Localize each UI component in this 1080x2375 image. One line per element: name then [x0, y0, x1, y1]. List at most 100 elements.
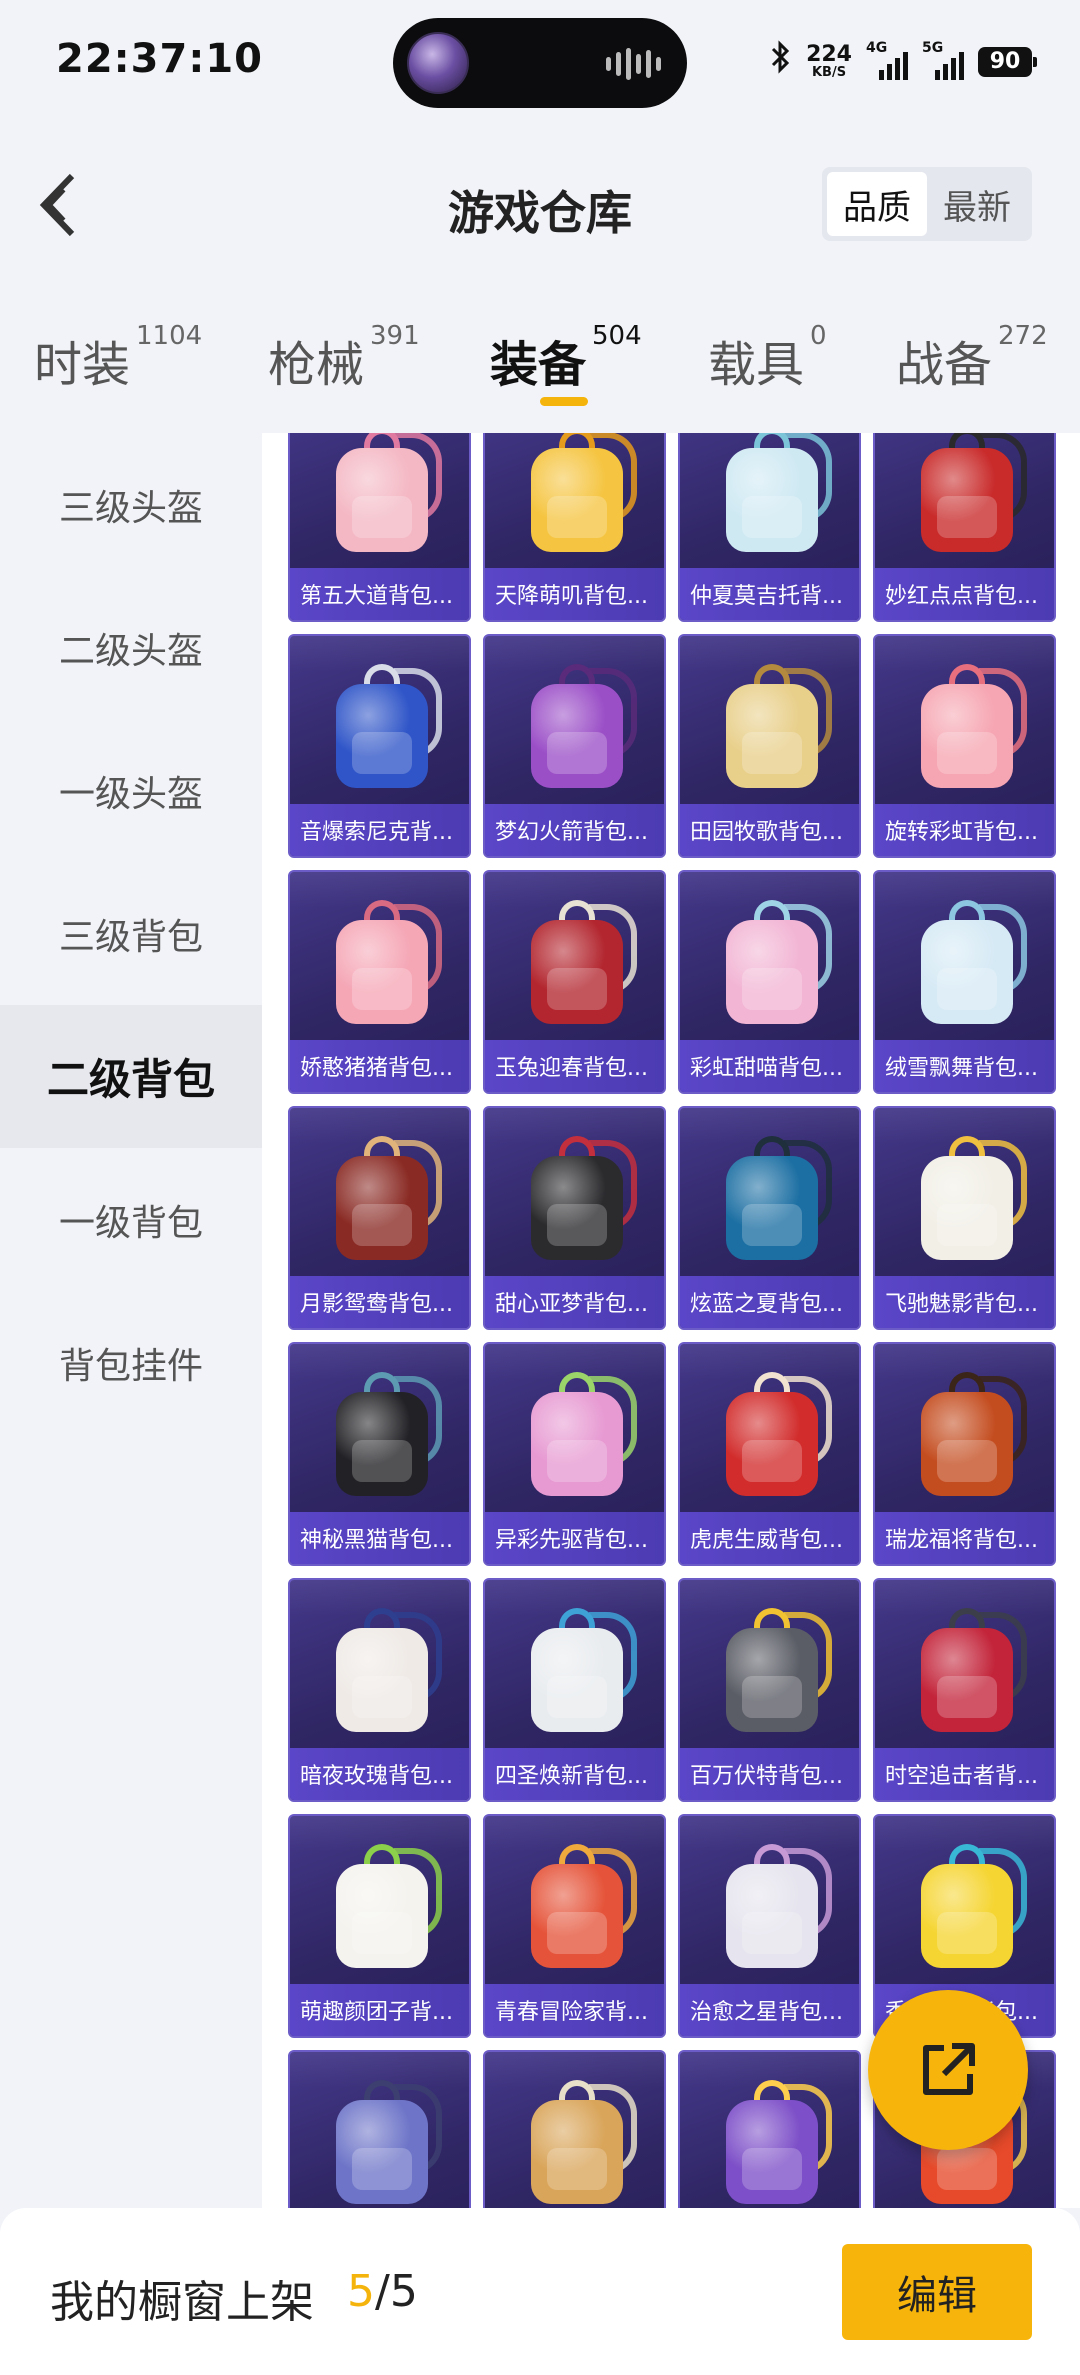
item-name: 飞驰魅影背包... [875, 1276, 1054, 1328]
sort-quality-button[interactable]: 品质 [827, 172, 927, 236]
sidebar-item-backpack-lv2[interactable]: 二级背包 [0, 1005, 262, 1148]
item-name: 彩虹甜喵背包... [680, 1040, 859, 1092]
item-card[interactable]: 梦幻火箭背包... [483, 634, 666, 858]
avatar [407, 32, 469, 94]
item-card[interactable]: 音爆索尼克背... [288, 634, 471, 858]
sidebar-item-helmet-lv3[interactable]: 三级头盔 [0, 433, 262, 576]
bottom-bar: 我的橱窗上架 5/5 编辑 [0, 2208, 1080, 2375]
sidebar: 三级头盔 二级头盔 一级头盔 三级背包 二级背包 一级背包 背包挂件 [0, 433, 262, 2208]
showcase-total: 5 [389, 2266, 418, 2317]
item-card[interactable]: 仲夏莫吉托背... [678, 433, 861, 622]
backpack-image [720, 662, 832, 790]
tab-supplies[interactable]: 战备 272 [896, 321, 1048, 395]
sort-newest-button[interactable]: 最新 [927, 172, 1027, 236]
header: 游戏仓库 品质 最新 [0, 125, 1080, 285]
item-name: 时空追击者背... [875, 1748, 1054, 1800]
item-grid: 第五大道背包... 天降萌叽背包... 仲夏莫吉托背... 妙红点点背包... 音爆索尼… [288, 433, 1056, 2208]
item-card[interactable]: 百万伏特背包... [678, 1578, 861, 1802]
tab-count: 272 [998, 321, 1048, 351]
item-card[interactable]: 天降萌叽背包... [483, 433, 666, 622]
item-name: 月影鸳鸯背包... [290, 1276, 469, 1328]
backpack-image [720, 2078, 832, 2206]
edit-button[interactable]: 编辑 [842, 2244, 1032, 2340]
item-card[interactable]: 炫蓝之夏背包... [678, 1106, 861, 1330]
item-card[interactable]: 萌趣颜团子背... [288, 1814, 471, 2038]
tab-label: 枪械 [268, 337, 365, 393]
item-card[interactable]: 月影鸳鸯背包... [288, 1106, 471, 1330]
backpack-image [915, 1606, 1027, 1734]
item-card[interactable]: 瑞龙福将背包... [873, 1342, 1056, 1566]
speed-unit: KB/S [811, 65, 847, 80]
item-name: 四圣焕新背包... [485, 1748, 664, 1800]
signal-5g-icon: 5G [922, 40, 964, 80]
tab-weapons[interactable]: 枪械 391 [268, 321, 420, 395]
backpack-image [330, 2078, 442, 2206]
item-card[interactable]: 青春冒险家背... [483, 1814, 666, 2038]
tab-count: 0 [810, 321, 827, 351]
backpack-image [720, 433, 832, 554]
item-name: 百万伏特背包... [680, 1748, 859, 1800]
sidebar-item-helmet-lv1[interactable]: 一级头盔 [0, 719, 262, 862]
item-card[interactable]: 异彩先驱背包... [483, 1342, 666, 1566]
item-card[interactable]: 绒雪飘舞背包... [873, 870, 1056, 1094]
backpack-image [525, 1606, 637, 1734]
item-name: 萌趣颜团子背... [290, 1984, 469, 2036]
item-card[interactable]: 时空追击者背... [873, 1578, 1056, 1802]
item-card[interactable]: 甜心亚梦背包... [483, 1106, 666, 1330]
backpack-image [525, 662, 637, 790]
backpack-image [330, 433, 442, 554]
item-card[interactable]: 虎虎生威背包... [678, 1342, 861, 1566]
backpack-image [330, 1370, 442, 1498]
item-card[interactable]: 镭射皇者背包... [288, 2050, 471, 2208]
tab-equipment[interactable]: 装备 504 [490, 321, 642, 395]
backpack-image [525, 898, 637, 1026]
sidebar-item-helmet-lv2[interactable]: 二级头盔 [0, 576, 262, 719]
tab-label: 装备 [490, 337, 587, 393]
item-name: 仲夏莫吉托背... [680, 568, 859, 620]
item-card[interactable]: 田园牧歌背包... [678, 634, 861, 858]
audio-wave-icon [606, 48, 661, 80]
backpack-image [525, 1134, 637, 1262]
backpack-image [525, 1370, 637, 1498]
item-card[interactable]: 治愈之星背包... [678, 1814, 861, 2038]
item-card[interactable]: 四圣焕新背包... [483, 1578, 666, 1802]
sidebar-item-backpack-charm[interactable]: 背包挂件 [0, 1291, 262, 1434]
tab-label: 载具 [708, 337, 805, 393]
item-card[interactable]: 妙红点点背包... [873, 433, 1056, 622]
sort-toggle: 品质 最新 [822, 167, 1032, 241]
sidebar-item-backpack-lv1[interactable]: 一级背包 [0, 1148, 262, 1291]
backpack-image [525, 433, 637, 554]
tab-vehicles[interactable]: 载具 0 [708, 321, 827, 395]
item-card[interactable]: 娇憨猪猪背包... [288, 870, 471, 1094]
item-card[interactable]: 炫彩节奏背包... [678, 2050, 861, 2208]
sidebar-item-backpack-lv3[interactable]: 三级背包 [0, 862, 262, 1005]
tab-count: 504 [592, 321, 642, 351]
backpack-image [330, 1842, 442, 1970]
backpack-image [720, 1370, 832, 1498]
item-name: 炫蓝之夏背包... [680, 1276, 859, 1328]
item-card[interactable]: 彩虹甜喵背包... [678, 870, 861, 1094]
backpack-image [720, 898, 832, 1026]
share-icon [923, 2043, 975, 2095]
showcase-count: 5/5 [347, 2266, 418, 2317]
backpack-image [915, 1842, 1027, 1970]
tab-fashion[interactable]: 时装 1104 [34, 321, 202, 395]
item-card[interactable]: 暗夜玫瑰背包... [288, 1578, 471, 1802]
showcase-current: 5 [347, 2266, 375, 2317]
dynamic-island[interactable] [393, 18, 687, 108]
item-card[interactable]: 潮汐统领背包... [483, 2050, 666, 2208]
backpack-image [915, 662, 1027, 790]
item-name: 暗夜玫瑰背包... [290, 1748, 469, 1800]
item-name: 天降萌叽背包... [485, 568, 664, 620]
backpack-image [915, 433, 1027, 554]
item-card[interactable]: 旋转彩虹背包... [873, 634, 1056, 858]
item-name: 第五大道背包... [290, 568, 469, 620]
item-card[interactable]: 飞驰魅影背包... [873, 1106, 1056, 1330]
item-card[interactable]: 神秘黑猫背包... [288, 1342, 471, 1566]
item-card[interactable]: 玉兔迎春背包... [483, 870, 666, 1094]
status-time: 22:37:10 [56, 36, 263, 82]
backpack-image [915, 1370, 1027, 1498]
item-card[interactable]: 第五大道背包... [288, 433, 471, 622]
share-button[interactable] [868, 1990, 1028, 2150]
backpack-image [915, 898, 1027, 1026]
